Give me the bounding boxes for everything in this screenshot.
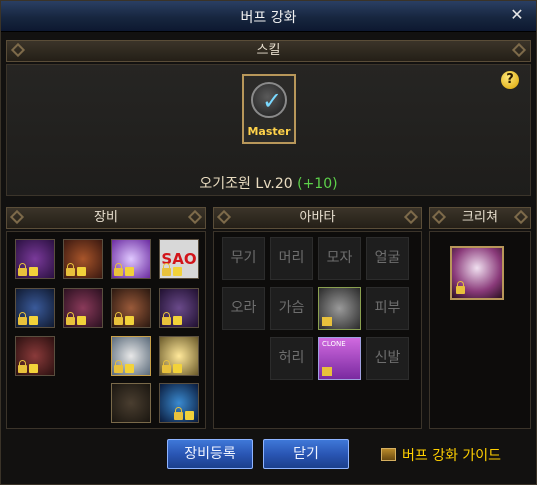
lock-icon bbox=[162, 312, 171, 325]
close-icon[interactable]: ✕ bbox=[508, 6, 526, 24]
equipment-header-label: 장비 bbox=[94, 210, 118, 225]
avatar-slot-clone-equipped[interactable]: CLONE bbox=[318, 337, 361, 380]
buff-enhance-window: 버프 강화 ✕ 스킬 ? ✓ Master 오기조원 Lv.20 (+10) 장… bbox=[0, 0, 537, 485]
avatar-slot-waist[interactable]: 허리 bbox=[270, 337, 313, 380]
title-bar[interactable]: 버프 강화 ✕ bbox=[1, 1, 536, 32]
lock-icon bbox=[66, 312, 75, 325]
lock-icon bbox=[322, 367, 332, 376]
window-title: 버프 강화 bbox=[240, 10, 297, 26]
guide-label: 버프 강화 가이드 bbox=[402, 448, 502, 464]
ornament-icon bbox=[10, 42, 26, 58]
skill-section-header: 스킬 bbox=[6, 40, 531, 62]
lock-icon bbox=[18, 263, 27, 276]
equip-slot-bottom[interactable] bbox=[63, 288, 103, 328]
avatar-panel: 무기 머리 모자 얼굴 오라 가슴 피부 허리 CLONE 신발 bbox=[213, 231, 422, 429]
lock-icon bbox=[18, 312, 27, 325]
lock-icon bbox=[66, 263, 75, 276]
ornament-icon bbox=[187, 209, 203, 225]
clone-label-icon: CLONE bbox=[322, 340, 346, 348]
creature-slot[interactable] bbox=[450, 246, 504, 300]
equip-slot-top[interactable] bbox=[15, 288, 55, 328]
skill-bonus: (+10) bbox=[297, 176, 338, 192]
lock-icon bbox=[114, 360, 123, 373]
equip-slot-bracelet[interactable] bbox=[15, 336, 55, 376]
skill-glyph-icon: ✓ bbox=[251, 82, 287, 118]
close-button[interactable]: 닫기 bbox=[263, 439, 349, 469]
avatar-slot-hair[interactable]: 머리 bbox=[270, 237, 313, 280]
avatar-slot-weapon[interactable]: 무기 bbox=[222, 237, 265, 280]
help-icon[interactable]: ? bbox=[501, 71, 519, 89]
lock-icon bbox=[174, 407, 183, 420]
avatar-header-label: 아바타 bbox=[299, 210, 336, 225]
equip-slot-support[interactable] bbox=[159, 383, 199, 423]
equip-slot-weapon[interactable] bbox=[15, 239, 55, 279]
skill-icon-slot[interactable]: ✓ Master bbox=[242, 74, 296, 144]
ornament-icon bbox=[511, 42, 527, 58]
upgrade-icon bbox=[77, 316, 86, 325]
avatar-slot-top-equipped[interactable] bbox=[318, 287, 361, 330]
equip-slot-earring[interactable] bbox=[111, 383, 151, 423]
creature-header-label: 크리쳐 bbox=[462, 210, 498, 225]
upgrade-icon bbox=[173, 267, 182, 276]
equipment-panel: SAO bbox=[6, 231, 206, 429]
avatar-section-header: 아바타 bbox=[213, 207, 422, 229]
upgrade-icon bbox=[77, 267, 86, 276]
skill-header-label: 스킬 bbox=[256, 43, 281, 58]
avatar-slot-hat[interactable]: 모자 bbox=[318, 237, 361, 280]
ornament-icon bbox=[216, 209, 232, 225]
upgrade-icon bbox=[125, 267, 134, 276]
upgrade-icon bbox=[185, 411, 194, 420]
ornament-icon bbox=[513, 209, 529, 225]
lock-icon bbox=[456, 281, 465, 294]
skill-name-line: 오기조원 Lv.20 (+10) bbox=[7, 173, 530, 193]
upgrade-icon bbox=[29, 364, 38, 373]
equip-slot-necklace[interactable] bbox=[111, 336, 151, 376]
ornament-icon bbox=[9, 209, 25, 225]
guide-book-icon bbox=[381, 448, 396, 461]
upgrade-icon bbox=[125, 364, 134, 373]
upgrade-icon bbox=[173, 316, 182, 325]
avatar-slot-aura[interactable]: 오라 bbox=[222, 287, 265, 330]
lock-icon bbox=[162, 360, 171, 373]
equip-slot-sao[interactable]: SAO bbox=[159, 239, 199, 279]
avatar-slot-face[interactable]: 얼굴 bbox=[366, 237, 409, 280]
skill-name: 오기조원 Lv.20 bbox=[199, 176, 293, 192]
upgrade-icon bbox=[29, 316, 38, 325]
equipment-section-header: 장비 bbox=[6, 207, 206, 229]
equip-slot-shoulder[interactable] bbox=[111, 239, 151, 279]
ornament-icon bbox=[431, 209, 447, 225]
equip-slot-title[interactable] bbox=[63, 239, 103, 279]
avatar-slot-shoes[interactable]: 신발 bbox=[366, 337, 409, 380]
skill-panel: ? ✓ Master 오기조원 Lv.20 (+10) bbox=[6, 64, 531, 196]
check-icon: ✓ bbox=[262, 87, 283, 115]
master-badge: Master bbox=[247, 125, 291, 138]
avatar-slot-skin[interactable]: 피부 bbox=[366, 287, 409, 330]
lock-icon bbox=[18, 360, 27, 373]
avatar-slot-chest[interactable]: 가슴 bbox=[270, 287, 313, 330]
equip-slot-shoes[interactable] bbox=[159, 288, 199, 328]
upgrade-icon bbox=[29, 267, 38, 276]
register-equipment-button[interactable]: 장비등록 bbox=[167, 439, 253, 469]
ornament-icon bbox=[403, 209, 419, 225]
lock-icon bbox=[162, 263, 171, 276]
equip-slot-ring[interactable] bbox=[159, 336, 199, 376]
buff-guide-link[interactable]: 버프 강화 가이드 bbox=[381, 445, 501, 465]
lock-icon bbox=[114, 312, 123, 325]
equip-slot-belt[interactable] bbox=[111, 288, 151, 328]
upgrade-icon bbox=[173, 364, 182, 373]
lock-icon bbox=[114, 263, 123, 276]
creature-panel bbox=[429, 231, 531, 429]
upgrade-icon bbox=[125, 316, 134, 325]
lock-icon bbox=[322, 317, 332, 326]
creature-section-header: 크리쳐 bbox=[429, 207, 531, 229]
